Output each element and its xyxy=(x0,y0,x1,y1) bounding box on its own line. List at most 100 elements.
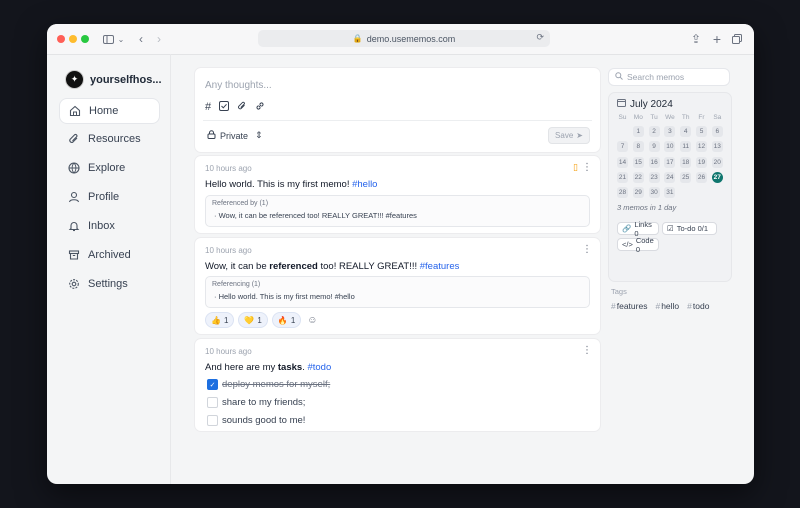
reaction-thumbs-up[interactable]: 👍 1 xyxy=(205,312,235,328)
weekday-label: Fr xyxy=(698,114,705,121)
tabs-overview-icon[interactable] xyxy=(731,31,743,47)
sidebar-item-archived[interactable]: Archived xyxy=(59,243,158,267)
sidebar-item-settings[interactable]: Settings xyxy=(59,272,158,296)
search-placeholder: Search memos xyxy=(627,72,685,82)
memo-input[interactable]: Any thoughts... xyxy=(205,80,272,91)
calendar-day[interactable]: 2 xyxy=(648,126,660,137)
calendar-day[interactable]: 24 xyxy=(664,171,676,183)
calendar-day[interactable]: 7 xyxy=(617,141,628,153)
back-icon[interactable]: ‹ xyxy=(135,31,147,47)
paperclip-icon[interactable] xyxy=(237,101,247,114)
lock-icon xyxy=(207,130,216,141)
bookmark-icon[interactable]: ▯ xyxy=(573,162,578,173)
address-bar[interactable]: 🔒 demo.usememos.com ⟳ xyxy=(258,30,550,47)
calendar-day[interactable]: 22 xyxy=(632,171,644,183)
tag-item[interactable]: #hello xyxy=(655,301,679,311)
calendar-day[interactable]: 19 xyxy=(696,156,707,168)
share-icon[interactable]: ⇪ xyxy=(690,31,702,47)
close-window-button[interactable] xyxy=(57,35,65,43)
tag-link[interactable]: #features xyxy=(420,261,460,272)
sidebar-item-profile[interactable]: Profile xyxy=(59,185,158,209)
calendar-day[interactable]: 30 xyxy=(648,187,660,199)
url-text: demo.usememos.com xyxy=(366,33,456,44)
tag-label: features xyxy=(616,301,648,311)
chevron-down-icon[interactable]: ⌄ xyxy=(117,31,125,47)
calendar-day[interactable]: 26 xyxy=(696,171,707,183)
calendar-day[interactable]: 17 xyxy=(664,156,676,168)
reload-icon[interactable]: ⟳ xyxy=(536,32,544,43)
forward-icon[interactable]: › xyxy=(153,31,165,47)
reaction-emoji: 👍 xyxy=(211,315,221,325)
link-icon[interactable] xyxy=(255,101,265,114)
links-stat[interactable]: 🔗 Links 0 xyxy=(617,220,659,238)
checkbox-icon[interactable] xyxy=(219,101,230,114)
sidebar-item-label: Resources xyxy=(88,133,141,145)
todo-checkbox[interactable] xyxy=(207,415,218,426)
reaction-emoji: 💛 xyxy=(244,315,255,325)
calendar-day[interactable]: 23 xyxy=(648,171,660,183)
calendar-day[interactable]: 1 xyxy=(632,126,644,137)
memo-text: And here are my xyxy=(205,362,278,373)
calendar-day[interactable]: 3 xyxy=(664,126,676,137)
more-options-icon[interactable]: ⋮ xyxy=(582,244,592,255)
sidebar-item-label: Home xyxy=(89,105,119,117)
calendar-day[interactable]: 21 xyxy=(617,171,628,183)
calendar-day[interactable]: 31 xyxy=(664,187,676,199)
reaction-yellow-heart[interactable]: 💛 1 xyxy=(238,312,268,328)
weekday-label: Tu xyxy=(650,114,658,121)
reference-item[interactable]: · Wow, it can be referenced too! REALLY … xyxy=(214,211,417,220)
todo-checkbox[interactable] xyxy=(207,397,218,408)
memo-editor: Any thoughts... # Private ⇕ Save ➤ xyxy=(194,67,601,153)
calendar-day[interactable]: 18 xyxy=(680,156,692,168)
tag-link[interactable]: #hello xyxy=(352,179,377,190)
calendar-day[interactable]: 14 xyxy=(617,156,628,168)
sidebar-item-explore[interactable]: Explore xyxy=(59,156,158,180)
todo-count: To-do 0/1 xyxy=(676,224,709,233)
memo-content: Wow, it can be referenced too! REALLY GR… xyxy=(205,261,459,272)
todo-stat[interactable]: ☑ To-do 0/1 xyxy=(662,222,717,235)
calendar-day[interactable]: 27 xyxy=(711,171,723,183)
calendar-day[interactable]: 28 xyxy=(617,187,628,199)
sidebar-item-inbox[interactable]: Inbox xyxy=(59,214,158,238)
reaction-count: 1 xyxy=(257,315,262,325)
calendar-day[interactable]: 15 xyxy=(632,156,644,168)
sidebar-toggle-icon[interactable] xyxy=(101,31,115,47)
calendar-day[interactable]: 13 xyxy=(711,141,723,153)
visibility-selector[interactable]: Private ⇕ xyxy=(207,130,263,141)
minimize-window-button[interactable] xyxy=(69,35,77,43)
maximize-window-button[interactable] xyxy=(81,35,89,43)
calendar-day[interactable]: 4 xyxy=(680,126,692,137)
calendar-day[interactable]: 9 xyxy=(648,141,660,153)
reaction-fire[interactable]: 🔥 1 xyxy=(271,312,302,328)
calendar-day[interactable]: 29 xyxy=(632,187,644,199)
calendar-day[interactable]: 16 xyxy=(648,156,660,168)
calendar-day[interactable]: 5 xyxy=(696,126,707,137)
calendar-day[interactable]: 25 xyxy=(680,171,692,183)
search-input[interactable]: Search memos xyxy=(608,68,730,86)
more-options-icon[interactable]: ⋮ xyxy=(582,162,592,173)
calendar-day[interactable]: 10 xyxy=(664,141,676,153)
calendar-day[interactable]: 6 xyxy=(711,126,723,137)
hashtag-icon[interactable]: # xyxy=(205,101,211,114)
code-stat[interactable]: </> Code 0 xyxy=(617,236,659,254)
calendar-day[interactable]: 12 xyxy=(696,141,707,153)
todo-checkbox[interactable]: ✓ xyxy=(207,379,218,390)
paperclip-icon xyxy=(67,133,81,145)
save-label: Save xyxy=(555,131,574,140)
calendar-day[interactable]: 11 xyxy=(680,141,692,153)
tag-link[interactable]: #todo xyxy=(307,362,331,373)
todo-text: sounds good to me! xyxy=(222,415,306,426)
add-reaction-icon[interactable]: ☺ xyxy=(307,315,317,326)
sidebar-item-home[interactable]: Home xyxy=(59,98,160,124)
tag-item[interactable]: #features xyxy=(611,301,647,311)
save-button[interactable]: Save ➤ xyxy=(548,127,590,144)
calendar-day[interactable]: 8 xyxy=(632,141,644,153)
sidebar-item-resources[interactable]: Resources xyxy=(59,127,158,151)
new-tab-icon[interactable]: + xyxy=(711,31,723,47)
tag-item[interactable]: #todo xyxy=(687,301,709,311)
reference-item[interactable]: · Hello world. This is my first memo! #h… xyxy=(214,292,355,301)
more-options-icon[interactable]: ⋮ xyxy=(582,345,592,356)
calendar-day[interactable]: 20 xyxy=(711,156,723,168)
weekday-label: Sa xyxy=(713,114,722,121)
user-menu[interactable]: ✦ yourselfhos... xyxy=(65,70,162,89)
